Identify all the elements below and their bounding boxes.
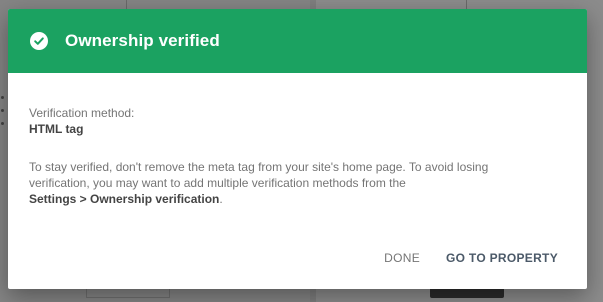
verification-info: To stay verified, don't remove the meta … [29, 159, 529, 207]
ownership-verified-dialog: Ownership verified Verification method: … [8, 9, 587, 289]
verification-method-value: HTML tag [29, 122, 84, 136]
dialog-actions: DONE GO TO PROPERTY [384, 251, 558, 265]
dialog-body: Verification method: HTML tag To stay ve… [8, 73, 587, 207]
info-period: . [219, 192, 223, 206]
verification-info-text: To stay verified, don't remove the meta … [29, 160, 489, 190]
verification-method-label: Verification method: [29, 106, 135, 120]
settings-path: Settings > Ownership verification [29, 192, 220, 206]
background-more-icon [1, 96, 4, 125]
done-button[interactable]: DONE [384, 251, 420, 265]
dialog-title: Ownership verified [65, 31, 220, 50]
check-circle-icon [30, 32, 48, 50]
dialog-header: Ownership verified [8, 9, 587, 73]
go-to-property-button[interactable]: GO TO PROPERTY [446, 251, 558, 265]
